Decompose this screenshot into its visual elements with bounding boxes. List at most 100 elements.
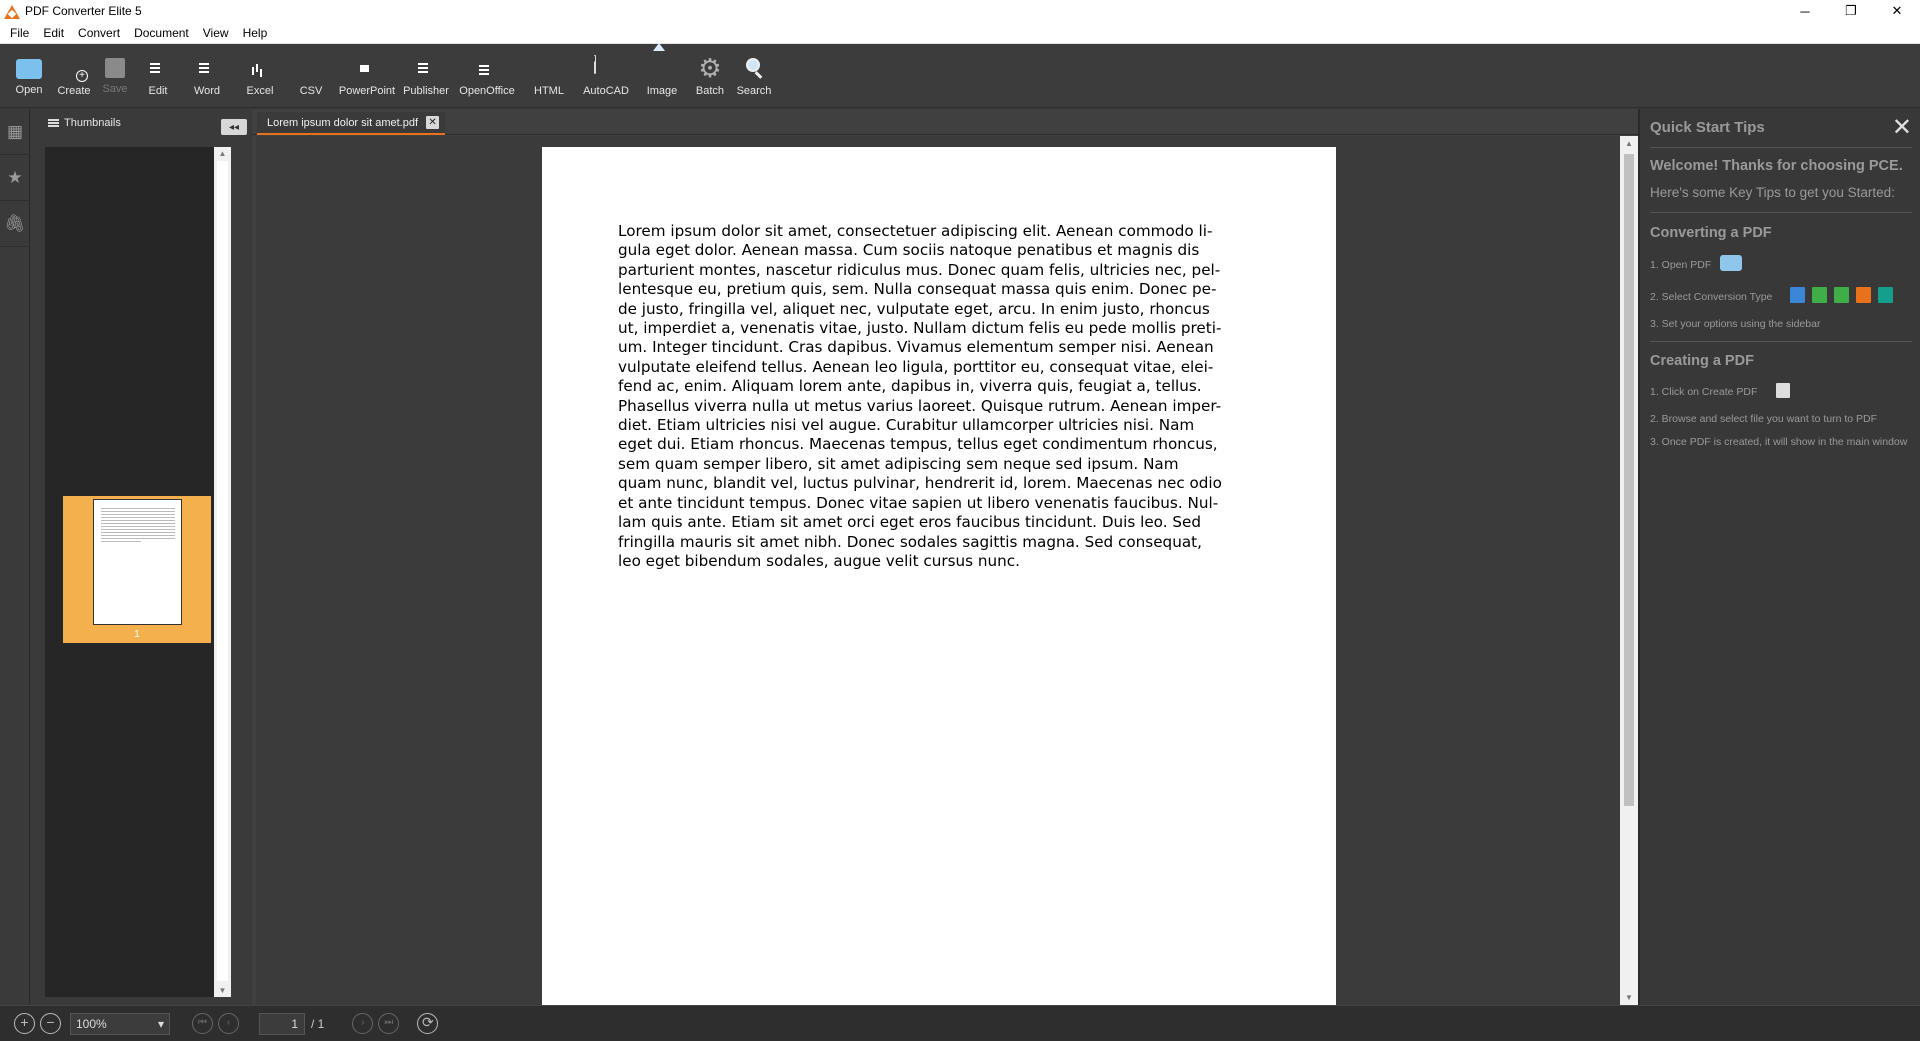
divider xyxy=(1650,212,1912,213)
collapse-sidebar-button[interactable]: ◂◂ xyxy=(221,119,247,135)
creating-step-1: 1. Click on Create PDF xyxy=(1650,386,1758,398)
menu-icon xyxy=(48,122,59,124)
close-window-button[interactable]: ✕ xyxy=(1874,0,1920,22)
autocad-icon xyxy=(594,55,618,80)
publisher-button[interactable]: Publisher xyxy=(400,44,452,107)
powerpoint-icon xyxy=(1856,287,1871,303)
last-page-button[interactable]: ⏭ xyxy=(378,1013,400,1034)
folder-icon xyxy=(16,59,42,79)
thumbnails-header: Thumbnails xyxy=(31,109,251,137)
word-button[interactable]: Word xyxy=(182,44,232,107)
page-thumbnail[interactable]: 1 xyxy=(63,496,211,643)
save-icon xyxy=(105,58,125,78)
excel-icon xyxy=(248,56,272,80)
grid-icon: ▦ xyxy=(6,121,24,141)
excel-button[interactable]: Excel xyxy=(234,44,286,107)
thumbnail-scrollbar[interactable]: ▲ ▼ xyxy=(214,147,231,997)
create-button[interactable]: + Create xyxy=(54,44,94,107)
document-scrollbar[interactable]: ▲ ▼ xyxy=(1620,136,1638,1005)
page-number-input[interactable]: 1 xyxy=(259,1012,305,1035)
document-viewer[interactable]: Lorem ipsum dolor sit amet, consectetuer… xyxy=(256,136,1620,1005)
edit-button[interactable]: Edit xyxy=(136,44,180,107)
pdf-page: Lorem ipsum dolor sit amet, consectetuer… xyxy=(542,147,1336,1005)
batch-button[interactable]: ⚙ Batch xyxy=(690,44,730,107)
thumbnails-view-button[interactable]: ▦ xyxy=(0,109,30,155)
page-thumbnail-preview xyxy=(93,499,182,625)
app-logo-icon xyxy=(3,3,20,20)
divider xyxy=(1650,341,1912,342)
creating-step-2: 2. Browse and select file you want to tu… xyxy=(1650,413,1878,425)
open-button[interactable]: Open xyxy=(6,44,52,107)
create-pdf-icon xyxy=(1776,383,1790,398)
menu-view[interactable]: View xyxy=(196,26,236,40)
powerpoint-icon xyxy=(355,56,379,80)
openoffice-button[interactable]: OpenOffice xyxy=(454,44,520,107)
converting-heading: Converting a PDF xyxy=(1650,225,1772,241)
create-pdf-icon: + xyxy=(62,56,88,82)
converting-step-2: 2. Select Conversion Type xyxy=(1650,291,1773,303)
edit-icon xyxy=(146,56,170,80)
converting-step-3: 3. Set your options using the sidebar xyxy=(1650,318,1821,330)
document-scrollbar-thumb[interactable] xyxy=(1624,154,1634,806)
gear-icon: ⚙ xyxy=(698,53,722,83)
star-icon: ★ xyxy=(7,167,23,187)
openoffice-icon xyxy=(475,56,499,80)
quick-start-title: Quick Start Tips xyxy=(1650,119,1765,136)
menu-file[interactable]: File xyxy=(3,26,36,40)
document-tab-strip: Lorem ipsum dolor sit amet.pdf ✕ xyxy=(252,109,1638,135)
minimize-button[interactable]: ─ xyxy=(1782,0,1828,22)
thumbnail-list: 1 ▲ ▼ xyxy=(45,147,231,997)
image-button[interactable]: Image xyxy=(636,43,688,107)
page-total: / 1 xyxy=(311,1016,325,1031)
zoom-in-button[interactable]: + xyxy=(14,1013,35,1034)
html-icon xyxy=(537,56,561,80)
menu-edit[interactable]: Edit xyxy=(36,26,71,40)
document-tab[interactable]: Lorem ipsum dolor sit amet.pdf ✕ xyxy=(257,112,446,135)
title-bar: PDF Converter Elite 5 ─ ❐ ✕ xyxy=(0,0,1920,22)
scroll-up-icon[interactable]: ▲ xyxy=(1620,139,1638,148)
thumbnails-title: Thumbnails xyxy=(64,117,121,129)
divider xyxy=(1650,147,1912,148)
word-icon xyxy=(195,56,219,80)
excel-icon xyxy=(1812,287,1827,303)
page-thumbnail-number: 1 xyxy=(134,629,140,640)
zoom-out-button[interactable]: − xyxy=(40,1013,61,1034)
scroll-up-icon[interactable]: ▲ xyxy=(214,149,231,158)
powerpoint-button[interactable]: PowerPoint xyxy=(336,44,398,107)
scroll-down-icon[interactable]: ▼ xyxy=(1620,993,1638,1002)
close-tips-button[interactable]: ✕ xyxy=(1892,113,1912,142)
maximize-button[interactable]: ❐ xyxy=(1828,0,1874,22)
menu-document[interactable]: Document xyxy=(127,26,196,40)
welcome-text: Welcome! Thanks for choosing PCE. xyxy=(1650,158,1903,174)
thumbnail-scrollbar-thumb[interactable] xyxy=(217,161,228,981)
html-button[interactable]: HTML xyxy=(522,44,576,107)
csv-icon xyxy=(1834,287,1849,303)
bookmarks-view-button[interactable]: ★ xyxy=(0,155,30,201)
publisher-icon xyxy=(1878,287,1893,303)
paperclip-icon: 🖇 xyxy=(4,213,26,233)
page-body-text: Lorem ipsum dolor sit amet, consectetuer… xyxy=(618,222,1222,570)
close-tab-button[interactable]: ✕ xyxy=(426,116,440,129)
search-icon xyxy=(742,56,766,80)
image-icon xyxy=(650,43,674,80)
attachments-view-button[interactable]: 🖇 xyxy=(0,201,30,247)
scroll-down-icon[interactable]: ▼ xyxy=(214,986,231,995)
previous-page-button[interactable]: ‹ xyxy=(218,1013,239,1034)
autocad-button[interactable]: AutoCAD xyxy=(578,44,634,107)
converting-step-1: 1. Open PDF xyxy=(1650,259,1712,271)
rotate-button[interactable]: ⟳ xyxy=(417,1013,439,1034)
window-controls: ─ ❐ ✕ xyxy=(1782,0,1920,22)
save-button[interactable]: Save xyxy=(96,44,134,107)
zoom-select[interactable]: 100% ▾ xyxy=(70,1012,170,1035)
csv-button[interactable]: CSV xyxy=(288,44,334,107)
publisher-icon xyxy=(414,56,438,80)
menu-help[interactable]: Help xyxy=(236,26,275,40)
window-title: PDF Converter Elite 5 xyxy=(25,4,142,18)
welcome-subtitle: Here's some Key Tips to get you Started: xyxy=(1650,185,1895,200)
menu-convert[interactable]: Convert xyxy=(71,26,127,40)
next-page-button[interactable]: › xyxy=(352,1013,374,1034)
document-area: Lorem ipsum dolor sit amet.pdf ✕ Lorem i… xyxy=(252,109,1638,1005)
search-button[interactable]: Search xyxy=(732,44,776,107)
first-page-button[interactable]: ⏮ xyxy=(192,1013,213,1034)
toolbar: Open + Create Save Edit Word Excel CSV P xyxy=(0,43,1920,108)
